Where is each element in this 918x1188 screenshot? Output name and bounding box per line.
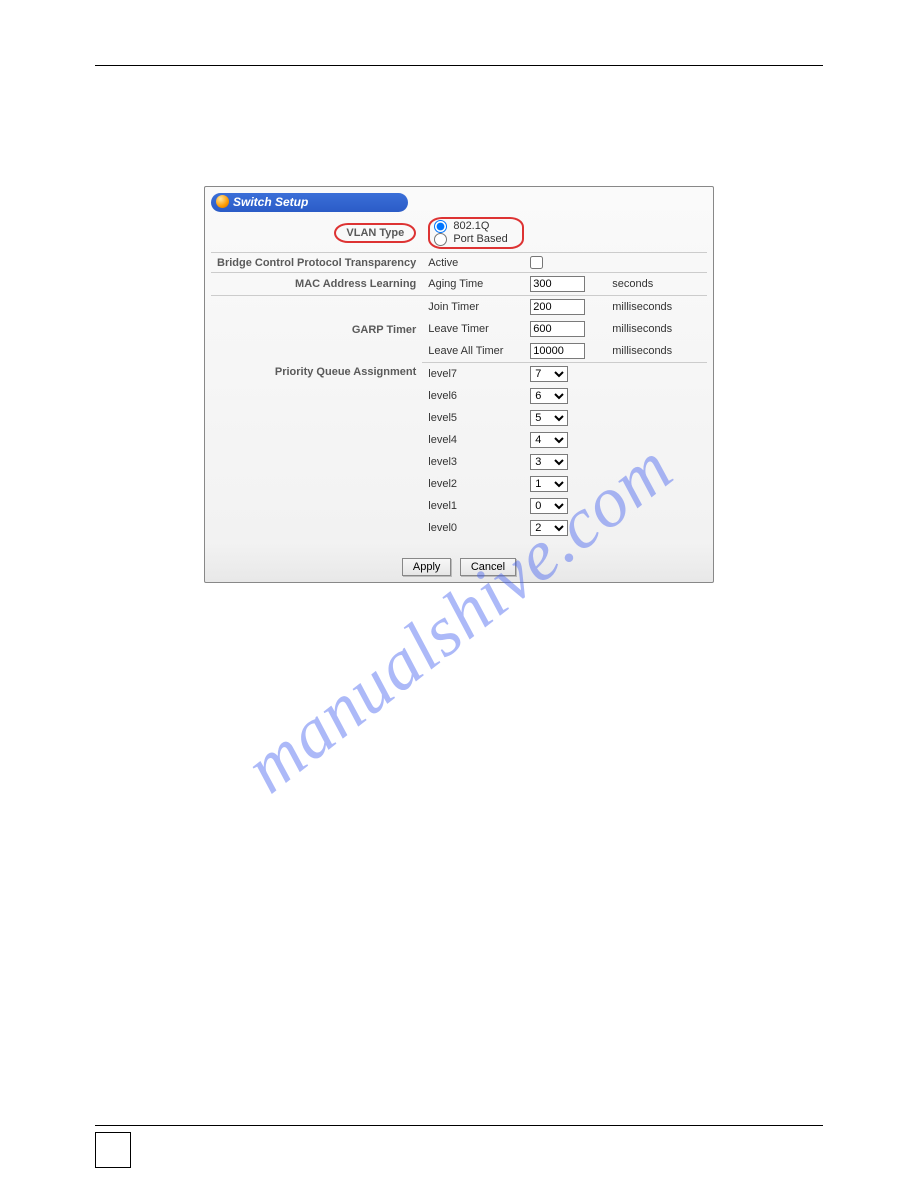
garp-timer-label: GARP Timer	[211, 296, 422, 363]
apply-button[interactable]: Apply	[402, 558, 452, 576]
vlan-type-label-highlight: VLAN Type	[334, 223, 416, 243]
pqa-label: Priority Queue Assignment	[211, 363, 422, 539]
pqa-level6-field: level6	[422, 385, 524, 407]
bcp-label: Bridge Control Protocol Transparency	[211, 253, 422, 273]
vlan-options-highlight: 802.1Q Port Based	[428, 217, 523, 249]
pqa-level3-field: level3	[422, 451, 524, 473]
pqa-level0-select[interactable]: 2	[530, 520, 568, 536]
pqa-level5-select[interactable]: 5	[530, 410, 568, 426]
bottom-rule	[95, 1125, 823, 1126]
vlan-8021q-text: 802.1Q	[453, 220, 489, 232]
pqa-level6-select[interactable]: 6	[530, 388, 568, 404]
pqa-level2-field: level2	[422, 473, 524, 495]
leave-all-timer-field: Leave All Timer	[422, 340, 524, 363]
pqa-level7-field: level7	[422, 363, 524, 385]
vlan-8021q-option[interactable]: 802.1Q	[434, 220, 489, 232]
bcp-active-checkbox[interactable]	[530, 256, 543, 269]
vlan-portbased-text: Port Based	[453, 233, 507, 245]
aging-time-unit: seconds	[606, 273, 707, 296]
join-timer-unit: milliseconds	[606, 296, 707, 318]
panel-title: Switch Setup	[233, 195, 308, 209]
pqa-level0-field: level0	[422, 517, 524, 539]
bcp-field: Active	[422, 253, 524, 273]
pqa-level4-field: level4	[422, 429, 524, 451]
pqa-level3-select[interactable]: 3	[530, 454, 568, 470]
aging-time-input[interactable]	[530, 276, 585, 292]
pqa-level5-field: level5	[422, 407, 524, 429]
vlan-type-label: VLAN Type	[346, 227, 404, 239]
button-row: Apply Cancel	[211, 557, 707, 576]
pqa-level2-select[interactable]: 1	[530, 476, 568, 492]
page-number-box	[95, 1132, 131, 1168]
panel-title-dot-icon	[216, 195, 229, 208]
vlan-portbased-radio[interactable]	[434, 233, 447, 246]
join-timer-input[interactable]	[530, 299, 585, 315]
pqa-level7-select[interactable]: 7	[530, 366, 568, 382]
pqa-level4-select[interactable]: 4	[530, 432, 568, 448]
switch-setup-panel: Switch Setup VLAN Type 802.1Q	[204, 186, 714, 583]
leave-timer-unit: milliseconds	[606, 318, 707, 340]
pqa-level1-select[interactable]: 0	[530, 498, 568, 514]
vlan-portbased-option[interactable]: Port Based	[434, 233, 507, 245]
vlan-8021q-radio[interactable]	[434, 220, 447, 233]
aging-time-field: Aging Time	[422, 273, 524, 296]
leave-all-timer-unit: milliseconds	[606, 340, 707, 363]
pqa-level1-field: level1	[422, 495, 524, 517]
leave-all-timer-input[interactable]	[530, 343, 585, 359]
leave-timer-input[interactable]	[530, 321, 585, 337]
setup-table: VLAN Type 802.1Q Port Based	[211, 214, 707, 539]
leave-timer-field: Leave Timer	[422, 318, 524, 340]
mac-learning-label: MAC Address Learning	[211, 273, 422, 296]
top-rule	[95, 65, 823, 66]
panel-title-pill: Switch Setup	[211, 193, 408, 212]
join-timer-field: Join Timer	[422, 296, 524, 318]
cancel-button[interactable]: Cancel	[460, 558, 516, 576]
